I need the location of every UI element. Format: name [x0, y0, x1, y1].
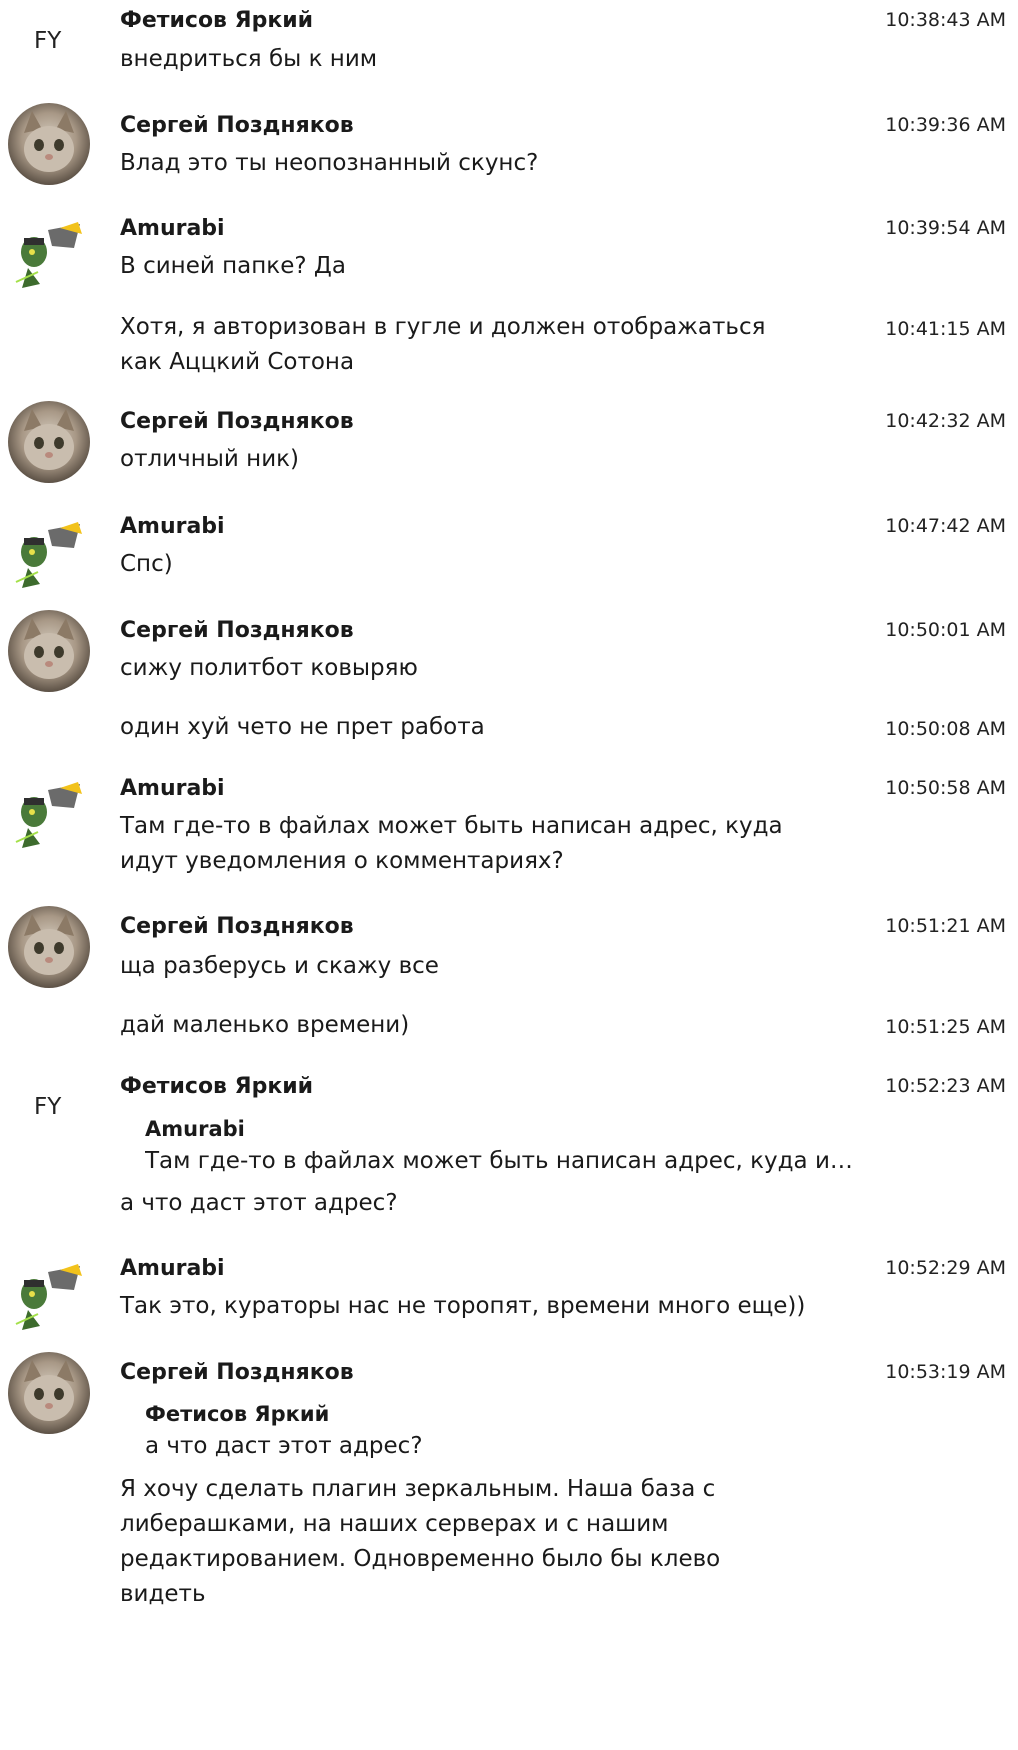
message-timestamp: 10:50:58 AM	[885, 777, 1006, 799]
avatar: FY	[34, 28, 62, 54]
message-timestamp: 10:47:42 AM	[885, 515, 1006, 537]
message-timestamp: 10:51:25 AM	[885, 1016, 1006, 1038]
cat-avatar-icon	[8, 906, 90, 988]
message-author[interactable]: Сергей Поздняков	[120, 914, 354, 939]
character-avatar-icon	[8, 508, 90, 590]
quote-text[interactable]: а что даст этот адрес?	[145, 1433, 865, 1459]
message-text: один хуй чето не прет работа	[120, 714, 485, 740]
message-author[interactable]: Сергей Поздняков	[120, 1360, 354, 1385]
message-text: Хотя, я авторизован в гугле и должен ото…	[120, 314, 766, 375]
message-text: Я хочу сделать плагин зеркальным. Наша б…	[120, 1476, 721, 1607]
quote-text[interactable]: Там где-то в файлах может быть написан а…	[145, 1148, 865, 1174]
message-timestamp: 10:39:36 AM	[885, 114, 1006, 136]
avatar[interactable]	[8, 508, 90, 590]
message-timestamp: 10:41:15 AM	[885, 318, 1006, 340]
avatar[interactable]	[8, 768, 90, 850]
message-timestamp: 10:53:19 AM	[885, 1361, 1006, 1383]
avatar[interactable]	[8, 906, 90, 988]
message-text: а что даст этот адрес?	[120, 1190, 398, 1216]
cat-avatar-icon	[8, 401, 90, 483]
message-author[interactable]: Фетисов Яркий	[120, 1074, 313, 1099]
message-author[interactable]: Сергей Поздняков	[120, 618, 354, 643]
avatar[interactable]	[8, 208, 90, 290]
message-text: Там где-то в файлах может быть написан а…	[120, 813, 783, 874]
cat-avatar-icon	[8, 610, 90, 692]
avatar[interactable]	[8, 401, 90, 483]
message-timestamp: 10:50:01 AM	[885, 619, 1006, 641]
cat-avatar-icon	[8, 103, 90, 185]
chat-message-list: FY Фетисов Яркий 10:38:43 AM внедриться …	[0, 0, 1018, 1750]
avatar[interactable]	[8, 103, 90, 185]
avatar: FY	[34, 1094, 62, 1120]
message-author[interactable]: Сергей Поздняков	[120, 409, 354, 434]
avatar[interactable]	[8, 1352, 90, 1434]
message-timestamp: 10:52:29 AM	[885, 1257, 1006, 1279]
avatar[interactable]	[8, 610, 90, 692]
message-author[interactable]: Фетисов Яркий	[120, 8, 313, 33]
message-timestamp: 10:39:54 AM	[885, 217, 1006, 239]
quote-author: Фетисов Яркий	[145, 1402, 330, 1426]
message-text: Влад это ты неопознанный скунс?	[120, 150, 539, 176]
message-author[interactable]: Amurabi	[120, 216, 225, 241]
avatar[interactable]	[8, 1250, 90, 1332]
message-author[interactable]: Amurabi	[120, 776, 225, 801]
message-text: дай маленько времени)	[120, 1012, 410, 1038]
message-text: отличный ник)	[120, 446, 300, 472]
message-text: сижу политбот ковыряю	[120, 655, 418, 681]
character-avatar-icon	[8, 208, 90, 290]
message-text: внедриться бы к ним	[120, 46, 378, 72]
message-timestamp: 10:50:08 AM	[885, 718, 1006, 740]
character-avatar-icon	[8, 1250, 90, 1332]
message-text: Так это, кураторы нас не торопят, времен…	[120, 1293, 806, 1319]
message-timestamp: 10:38:43 AM	[885, 9, 1006, 31]
message-text: Спс)	[120, 551, 173, 577]
message-author[interactable]: Amurabi	[120, 1256, 225, 1281]
quote-author: Amurabi	[145, 1117, 245, 1141]
message-timestamp: 10:42:32 AM	[885, 410, 1006, 432]
character-avatar-icon	[8, 768, 90, 850]
message-author[interactable]: Сергей Поздняков	[120, 113, 354, 138]
message-text: ща разберусь и скажу все	[120, 953, 439, 979]
message-timestamp: 10:51:21 AM	[885, 915, 1006, 937]
cat-avatar-icon	[8, 1352, 90, 1434]
message-author[interactable]: Amurabi	[120, 514, 225, 539]
message-text: В синей папке? Да	[120, 253, 346, 279]
message-timestamp: 10:52:23 AM	[885, 1075, 1006, 1097]
